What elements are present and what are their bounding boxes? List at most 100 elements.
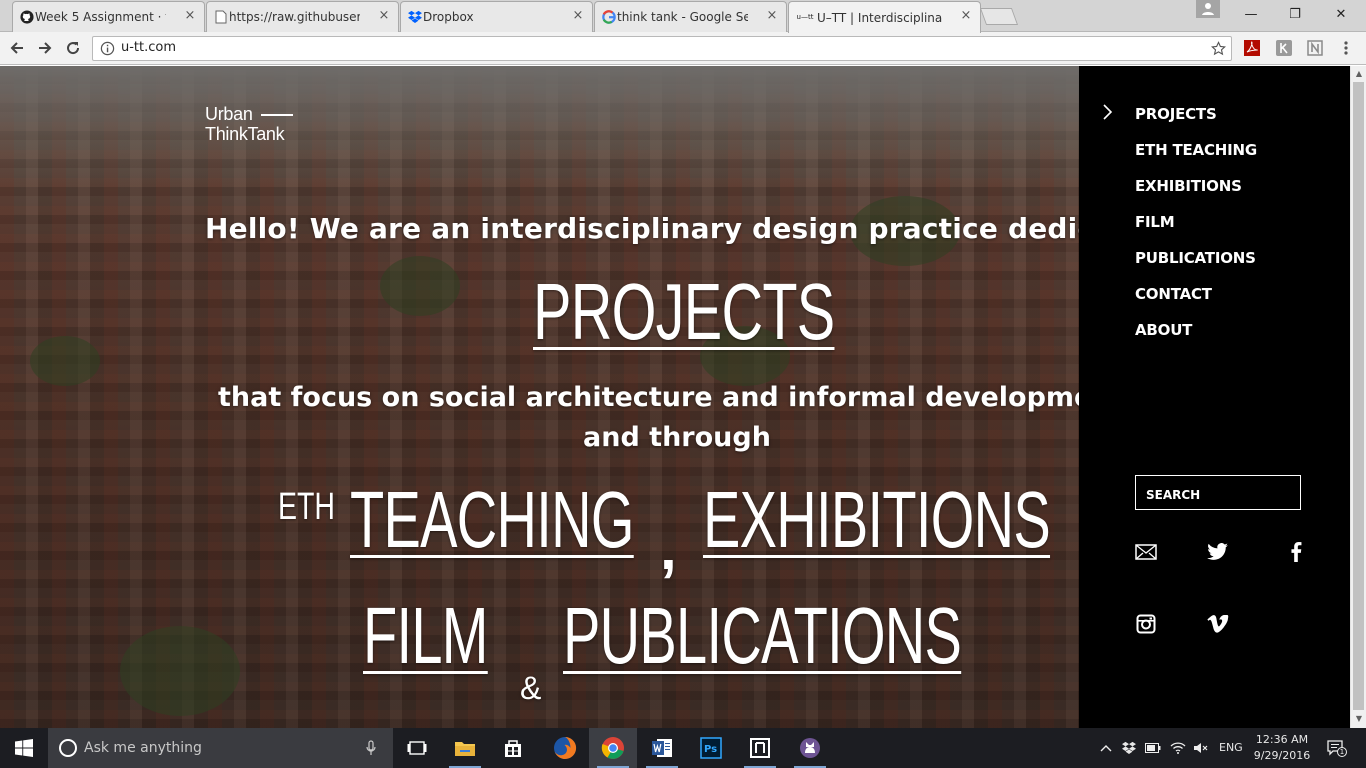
dropbox-icon (407, 9, 422, 24)
back-arrow-icon (10, 42, 23, 54)
system-clock[interactable]: 12:36 AM 9/29/2016 (1250, 732, 1314, 764)
bookmark-star-icon[interactable] (1211, 41, 1226, 56)
maximize-button[interactable]: ❐ (1272, 0, 1318, 28)
back-button[interactable] (6, 37, 28, 59)
hero-exhibitions-link[interactable]: EXHIBITIONS (703, 474, 1051, 566)
wifi-icon[interactable] (1170, 740, 1186, 756)
menu-item-projects[interactable]: PROJECTS (1135, 105, 1217, 123)
extension-k-icon[interactable] (1275, 39, 1293, 57)
mail-icon[interactable] (1134, 540, 1158, 564)
menu-item-publications[interactable]: PUBLICATIONS (1135, 249, 1256, 267)
logo-line1: Urban (205, 104, 253, 124)
address-bar[interactable]: u-tt.com (92, 36, 1232, 61)
close-icon[interactable]: × (764, 8, 780, 24)
minimize-button[interactable]: — (1228, 0, 1274, 28)
github-desktop-icon[interactable] (786, 728, 834, 768)
pdf-extension-icon[interactable] (1243, 39, 1261, 57)
search-input[interactable]: SEARCH (1135, 475, 1301, 510)
url-text: u-tt.com (121, 40, 177, 55)
tab-github-assignment[interactable]: Week 5 Assignment · troj × (12, 1, 205, 32)
hero-eth-text: ETH (278, 486, 335, 528)
windows-taskbar: Ask me anything Ps ENG 12:36 AM 9/29/201… (0, 728, 1366, 768)
forward-arrow-icon (39, 42, 52, 54)
hero-comma: , (660, 515, 677, 582)
reload-icon (67, 42, 80, 55)
hero-ampersand: & (520, 670, 542, 706)
tab-google-search[interactable]: think tank - Google Sear × (594, 1, 787, 32)
hero-background-image: Urban ThinkTank Hello! We are an interdi… (0, 66, 1080, 728)
page-scrollbar[interactable]: ▲ ▼ (1350, 66, 1366, 728)
input-language[interactable]: ENG (1219, 741, 1243, 754)
hero-projects-link[interactable]: PROJECTS (533, 266, 835, 358)
app-icon[interactable] (736, 728, 784, 768)
tab-dropbox[interactable]: Dropbox × (400, 1, 593, 32)
task-view-icon[interactable] (393, 728, 441, 768)
page-viewport: Urban ThinkTank Hello! We are an interdi… (0, 66, 1366, 728)
tab-title: think tank - Google Sear (617, 10, 748, 24)
side-navigation-menu: PROJECTS ETH TEACHING EXHIBITIONS FILM P… (1079, 66, 1350, 728)
scroll-thumb[interactable] (1353, 82, 1364, 710)
cortana-search-box[interactable]: Ask me anything (48, 728, 393, 768)
scroll-up-icon[interactable]: ▲ (1354, 69, 1364, 79)
clock-date: 9/29/2016 (1253, 749, 1311, 762)
chevron-right-icon[interactable] (1101, 104, 1115, 120)
close-icon[interactable]: × (376, 8, 392, 24)
word-icon[interactable] (638, 728, 686, 768)
hero-focus-text: that focus on social architecture and in… (218, 382, 1080, 413)
info-icon[interactable] (100, 41, 115, 56)
menu-item-contact[interactable]: CONTACT (1135, 285, 1212, 303)
firefox-icon[interactable] (541, 728, 589, 768)
vimeo-icon[interactable] (1206, 612, 1230, 636)
reload-button[interactable] (62, 37, 84, 59)
close-icon[interactable]: × (570, 8, 586, 24)
scroll-down-icon[interactable]: ▼ (1354, 714, 1364, 724)
hero-intro-text: Hello! We are an interdisciplinary desig… (205, 212, 1080, 245)
windows-start-button[interactable] (0, 728, 48, 768)
microphone-icon[interactable] (366, 740, 376, 756)
window-close-button[interactable]: ✕ (1318, 0, 1364, 28)
battery-icon[interactable] (1145, 740, 1161, 756)
menu-item-exhibitions[interactable]: EXHIBITIONS (1135, 177, 1242, 195)
twitter-icon[interactable] (1206, 540, 1230, 564)
store-icon[interactable] (489, 728, 537, 768)
browser-toolbar: u-tt.com (0, 32, 1366, 65)
tab-raw-github[interactable]: https://raw.githubuserco × (206, 1, 399, 32)
tab-utt-active[interactable]: u—tt U–TT | Interdisciplinary D × (788, 1, 981, 33)
svg-text:Ps: Ps (704, 744, 717, 755)
utt-icon: u—tt (796, 12, 814, 21)
page-icon (213, 9, 228, 24)
volume-muted-icon[interactable] (1193, 740, 1209, 756)
chrome-icon[interactable] (589, 728, 637, 768)
tab-title: https://raw.githubuserco (229, 10, 360, 24)
windows-logo-icon (15, 739, 33, 757)
hero-publications-link[interactable]: PUBLICATIONS (563, 590, 962, 682)
photoshop-icon[interactable]: Ps (687, 728, 735, 768)
close-icon[interactable]: × (958, 8, 974, 24)
tab-title: U–TT | Interdisciplinary D (817, 10, 942, 25)
cortana-circle-icon (59, 739, 77, 757)
instagram-icon[interactable] (1134, 612, 1158, 636)
google-icon (601, 9, 616, 24)
hero-through-text: and through (583, 422, 771, 453)
clock-time: 12:36 AM (1255, 733, 1309, 746)
menu-item-about[interactable]: ABOUT (1135, 321, 1192, 339)
menu-item-eth-teaching[interactable]: ETH TEACHING (1135, 141, 1257, 159)
hero-film-link[interactable]: FILM (363, 590, 488, 682)
tab-title: Dropbox (423, 10, 474, 24)
urban-think-tank-logo[interactable]: Urban ThinkTank (205, 104, 293, 144)
show-hidden-icons-icon[interactable] (1098, 740, 1114, 756)
dropbox-tray-icon[interactable] (1121, 740, 1137, 756)
extension-n-icon[interactable] (1306, 39, 1324, 57)
menu-icon[interactable] (1337, 39, 1355, 57)
profile-button[interactable] (1196, 0, 1220, 18)
action-center-icon[interactable]: 1 (1326, 740, 1347, 757)
facebook-icon[interactable] (1284, 540, 1308, 564)
menu-item-film[interactable]: FILM (1135, 213, 1175, 231)
notification-count: 1 (1337, 747, 1347, 757)
close-icon[interactable]: × (182, 8, 198, 24)
new-tab-button[interactable] (979, 8, 1019, 25)
forward-button[interactable] (34, 37, 56, 59)
browser-tab-strip: Week 5 Assignment · troj × https://raw.g… (0, 0, 1366, 33)
file-explorer-icon[interactable] (441, 728, 489, 768)
hero-teaching-link[interactable]: TEACHING (350, 474, 634, 566)
